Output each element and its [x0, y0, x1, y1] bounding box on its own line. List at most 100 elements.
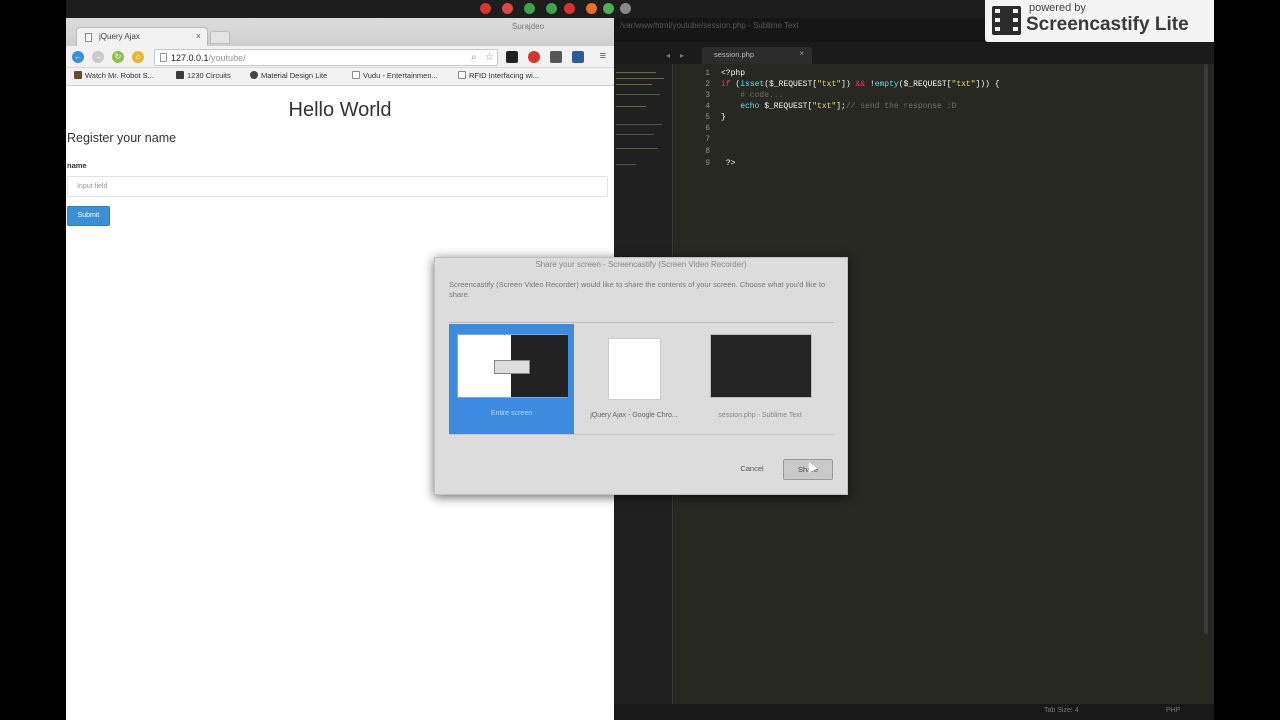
- screen-thumbnail: [457, 334, 568, 398]
- extension-icon[interactable]: [528, 51, 540, 63]
- source-label: session.php - Sublime Text: [718, 412, 802, 419]
- name-field-label: name: [67, 161, 87, 170]
- minimap-line: [616, 164, 636, 165]
- line-number: 4: [705, 102, 710, 111]
- search-icon[interactable]: ⌕: [471, 52, 477, 63]
- tray-icon[interactable]: [524, 3, 535, 14]
- back-arrow-icon[interactable]: ←: [72, 51, 84, 63]
- window-thumbnail: [710, 334, 812, 398]
- code-line: echo $_REQUEST["txt"];// send the respon…: [721, 102, 957, 111]
- line-number: 1: [705, 69, 710, 78]
- line-number: 8: [705, 147, 710, 156]
- minimap-line: [616, 94, 660, 95]
- code-line: # code...: [721, 91, 784, 100]
- line-number: 3: [705, 91, 710, 100]
- editor-title: /var/www/html/youtube/session.php - Subl…: [620, 21, 799, 30]
- minimap-line: [616, 78, 664, 79]
- tray-icon[interactable]: [546, 3, 557, 14]
- tab-close-icon[interactable]: ×: [196, 31, 201, 41]
- status-syntax[interactable]: PHP: [1166, 707, 1180, 714]
- line-number: 2: [705, 80, 710, 89]
- extension-icon[interactable]: [572, 51, 584, 63]
- line-number: 9: [705, 159, 710, 168]
- chevron-left-icon[interactable]: ◂: [666, 51, 670, 60]
- source-browser-window[interactable]: jQuery Ajax - Google Chro...: [580, 324, 688, 434]
- brand-name: Screencastify Lite: [1026, 14, 1189, 35]
- divider: [449, 322, 834, 323]
- code-line: <?php: [721, 69, 746, 78]
- browser-tab-active[interactable]: jQuery Ajax ×: [76, 27, 208, 46]
- powered-by-text: powered by: [1029, 2, 1086, 14]
- source-entire-screen[interactable]: Entire screen: [449, 324, 574, 434]
- bookmark-item[interactable]: Vudu - Entertainmen...: [352, 71, 438, 83]
- bookmark-icon: [250, 71, 258, 79]
- page-heading: Hello World: [288, 99, 392, 121]
- minimap-line: [616, 124, 662, 125]
- status-tab-size[interactable]: Tab Size: 4: [1044, 707, 1079, 714]
- screen-recording: jQuery Ajax × Surajdeo ← → ↻ ⌂ 127.0.0.1…: [0, 0, 1280, 720]
- bookmarks-bar: Watch Mr. Robot S... 1230 Circuits Mater…: [66, 68, 614, 86]
- chrome-menu-icon[interactable]: ≡: [600, 50, 606, 62]
- page-subtitle: Register your name: [67, 131, 177, 145]
- line-number: 7: [705, 135, 710, 144]
- divider: [449, 434, 834, 435]
- minimap-line: [616, 72, 656, 73]
- home-icon[interactable]: ⌂: [132, 51, 144, 63]
- film-icon: [992, 6, 1021, 35]
- minimap-line: [616, 148, 658, 149]
- submit-button[interactable]: Submit: [67, 206, 110, 226]
- new-tab-button[interactable]: [210, 31, 230, 44]
- forward-arrow-icon[interactable]: →: [92, 51, 104, 63]
- bookmark-item[interactable]: 1230 Circuits: [176, 71, 231, 83]
- tray-icon[interactable]: [480, 3, 491, 14]
- minimap-line: [616, 84, 652, 85]
- bookmark-item[interactable]: Material Design Lite: [250, 71, 327, 83]
- reload-icon[interactable]: ↻: [112, 51, 124, 63]
- tray-icon[interactable]: [586, 3, 597, 14]
- browser-toolbar: ← → ↻ ⌂ 127.0.0.1/youtube/ ⌕ ☆ ≡: [66, 46, 614, 68]
- line-number: 5: [705, 113, 710, 122]
- minimap-line: [616, 106, 646, 107]
- editor-scrollbar[interactable]: [1204, 64, 1208, 634]
- tray-icon[interactable]: [502, 3, 513, 14]
- bookmark-item[interactable]: RFID Interfacing wi...: [458, 71, 539, 83]
- extension-icon[interactable]: [506, 51, 518, 63]
- window-user-label: Surajdeo: [512, 22, 545, 31]
- chevron-right-icon[interactable]: ▸: [680, 51, 684, 60]
- editor-tab-label: session.php: [714, 50, 755, 59]
- screencastify-watermark: powered by Screencastify Lite: [985, 0, 1214, 42]
- bookmark-icon: [176, 71, 184, 79]
- tray-icon[interactable]: [603, 3, 614, 14]
- url-text: 127.0.0.1/youtube/: [171, 53, 246, 63]
- bookmark-item[interactable]: Watch Mr. Robot S...: [74, 71, 154, 83]
- bookmark-icon: [74, 71, 82, 79]
- editor-tab-bar: ◂ ▸ session.php ×: [614, 42, 1214, 64]
- tab-title: jQuery Ajax: [99, 32, 140, 41]
- name-input[interactable]: Input field: [67, 176, 608, 197]
- dialog-title: Share your screen - Screencastify (Scree…: [535, 260, 747, 269]
- browser-tab-bar: jQuery Ajax × Surajdeo: [66, 18, 614, 46]
- tab-favicon-icon: [85, 33, 92, 42]
- minimap-line: [616, 134, 654, 135]
- code-line: ?>: [721, 159, 736, 168]
- cancel-button[interactable]: Cancel: [731, 460, 773, 478]
- address-bar[interactable]: 127.0.0.1/youtube/ ⌕ ☆: [154, 49, 498, 66]
- tray-icon[interactable]: [564, 3, 575, 14]
- tray-icon[interactable]: [620, 3, 631, 14]
- source-label: Entire screen: [490, 410, 533, 417]
- source-label: jQuery Ajax - Google Chro...: [590, 412, 678, 419]
- window-thumbnail: [608, 338, 661, 400]
- share-screen-dialog: Share your screen - Screencastify (Scree…: [434, 257, 848, 495]
- source-editor-window[interactable]: session.php - Sublime Text: [705, 324, 815, 434]
- dialog-description: Screencastify (Screen Video Recorder) wo…: [449, 280, 826, 299]
- close-icon[interactable]: ×: [799, 49, 804, 58]
- thumbnail-dialog-preview: [494, 360, 530, 374]
- page-icon: [160, 53, 167, 62]
- code-line: if (isset($_REQUEST["txt"]) && !empty($_…: [721, 80, 1000, 89]
- star-icon[interactable]: ☆: [485, 52, 494, 63]
- code-line: }: [721, 113, 726, 122]
- editor-tab-active[interactable]: session.php ×: [702, 47, 812, 64]
- extension-icon[interactable]: [550, 51, 562, 63]
- line-number: 6: [705, 124, 710, 133]
- bookmark-icon: [352, 71, 360, 79]
